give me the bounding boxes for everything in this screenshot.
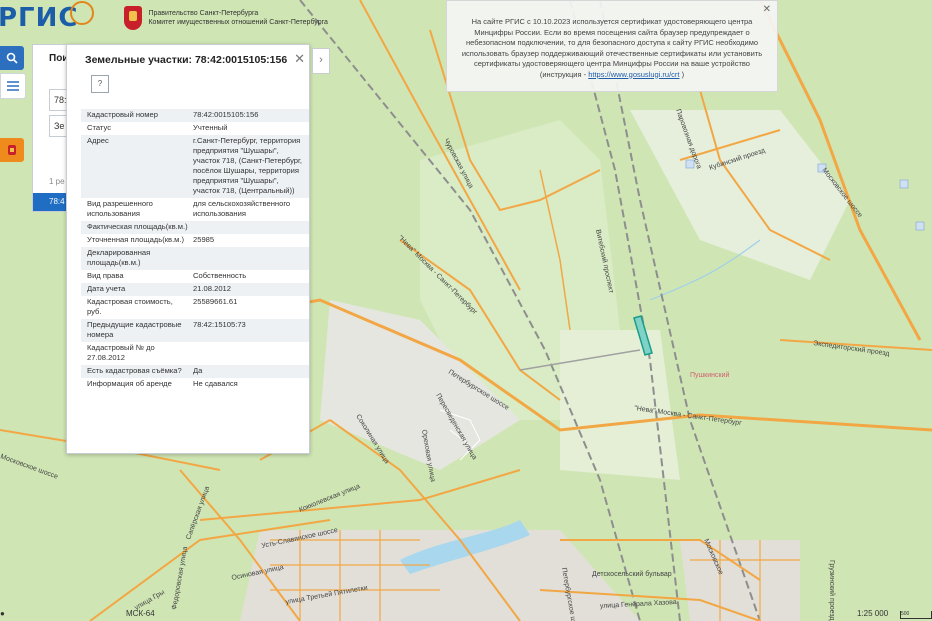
attribute-row: Адрес г.Санкт-Петербург, территория предп… xyxy=(81,135,309,198)
attribute-label: Вид разрешенного использования xyxy=(87,199,153,218)
attribute-row: Предыдущие кадастровые номера 78:42:15105… xyxy=(81,319,309,342)
close-icon[interactable]: ✕ xyxy=(294,51,305,67)
attribute-value xyxy=(193,343,305,363)
attribute-label: Кадастровая стоимость, руб. xyxy=(87,297,173,316)
close-icon[interactable]: ✕ xyxy=(763,4,771,15)
attribute-value: 25985 xyxy=(193,235,215,244)
attribute-value: г.Санкт-Петербург, территория предприяти… xyxy=(193,136,302,195)
attribute-value xyxy=(193,248,305,268)
attribute-label: Вид права xyxy=(87,271,124,280)
hamburger-icon xyxy=(7,81,19,91)
attribute-row: Вид права Собственность xyxy=(81,270,309,283)
attribute-value: для сельскохозяйственного использования xyxy=(193,199,291,218)
attribute-row: Декларированная площадь(кв.м.) xyxy=(81,247,309,270)
attribute-value xyxy=(193,222,305,232)
attribute-row: Есть кадастровая съёмка? Да xyxy=(81,365,309,378)
layers-button[interactable] xyxy=(0,138,24,162)
notice-tail: ) xyxy=(679,69,685,79)
result-count: 1 ре xyxy=(49,177,65,186)
crs-label: МСК-64 xyxy=(126,609,155,618)
popup-title: Земельные участки: 78:42:0015105:156 xyxy=(85,54,288,66)
attribute-value: Собственность xyxy=(193,271,247,280)
gov-line-1: Правительство Санкт-Петербурга xyxy=(148,10,259,17)
attribute-value: 21.08.2012 xyxy=(193,284,232,293)
help-icon[interactable]: ? xyxy=(91,75,109,93)
search-button[interactable] xyxy=(0,46,24,70)
attribute-table: Кадастровый номер 78:42:0015105:156 Статус… xyxy=(81,109,309,391)
header: РГИС Правительство Санкт-Петербурга Коми… xyxy=(0,0,328,36)
scale-label: 1:25 000 xyxy=(857,609,889,618)
parcel-popup: Земельные участки: 78:42:0015105:156 ✕ ?… xyxy=(66,44,310,454)
attribute-label: Кадастровый № до 27.08.2012 xyxy=(87,343,155,362)
label-detskoselsky: Детскосельский бульвар xyxy=(592,570,672,578)
attribute-row: Дата учета 21.08.2012 xyxy=(81,283,309,296)
attribute-row: Фактическая площадь(кв.м.) xyxy=(81,221,309,234)
attribute-value: 78:42:0015105:156 xyxy=(193,110,259,119)
menu-button[interactable] xyxy=(0,73,26,99)
notice-text: На сайте РГИС с 10.10.2023 используется … xyxy=(459,17,765,80)
status-bar: ● МСК-64 1:25 000 500 xyxy=(0,609,932,621)
attribute-label: Дата учета xyxy=(87,284,126,293)
rgis-logo[interactable]: РГИС xyxy=(0,3,78,33)
attribute-row: Статус Учтенный xyxy=(81,122,309,135)
attribute-row: Вид разрешенного использования для сельск… xyxy=(81,198,309,221)
crest-layer-icon xyxy=(8,145,16,155)
attribute-row: Кадастровая стоимость, руб. 25589661.61 xyxy=(81,296,309,319)
attribute-label: Кадастровый номер xyxy=(87,110,158,119)
attribute-row: Кадастровый номер 78:42:0015105:156 xyxy=(81,109,309,122)
attribute-row: Информация об аренде Не сдавался xyxy=(81,378,309,391)
attribute-label: Информация об аренде xyxy=(87,379,172,388)
scale-bar: 500 xyxy=(900,611,932,619)
label-pushkinsky: Пушкинский xyxy=(690,371,729,379)
scale-bar-label: 500 xyxy=(901,611,910,617)
gov-line-2: Комитет имущественных отношений Санкт-Пе… xyxy=(148,19,328,26)
attribute-value: Не сдавался xyxy=(193,379,238,388)
location-pin-icon[interactable]: ● xyxy=(0,609,5,618)
logo-ring-icon xyxy=(70,1,95,25)
attribute-label: Фактическая площадь(кв.м.) xyxy=(87,222,188,231)
attribute-label: Декларированная площадь(кв.м.) xyxy=(87,248,151,267)
gov-text: Правительство Санкт-Петербурга Комитет и… xyxy=(148,9,327,27)
attribute-label: Статус xyxy=(87,123,112,132)
certificate-notice: ✕ На сайте РГИС с 10.10.2023 используетс… xyxy=(446,0,778,92)
spb-crest-icon xyxy=(124,6,143,30)
attribute-label: Уточненная площадь(кв.м.) xyxy=(87,235,185,244)
attribute-row: Уточненная площадь(кв.м.) 25985 xyxy=(81,234,309,247)
notice-link[interactable]: https://www.gosuslugi.ru/crt xyxy=(588,70,679,79)
attribute-value: Да xyxy=(193,366,203,375)
chevron-right-icon: › xyxy=(319,54,323,66)
collapse-panel-button[interactable]: › xyxy=(312,48,330,74)
attribute-value: Учтенный xyxy=(193,123,228,132)
attribute-label: Предыдущие кадастровые номера xyxy=(87,320,182,339)
attribute-value: 25589661.61 xyxy=(193,297,238,306)
attribute-row: Кадастровый № до 27.08.2012 xyxy=(81,342,309,365)
attribute-value: 78:42:15105:73 xyxy=(193,320,246,329)
attribute-label: Есть кадастровая съёмка? xyxy=(87,366,182,375)
search-icon xyxy=(6,52,18,64)
attribute-label: Адрес xyxy=(87,136,109,145)
